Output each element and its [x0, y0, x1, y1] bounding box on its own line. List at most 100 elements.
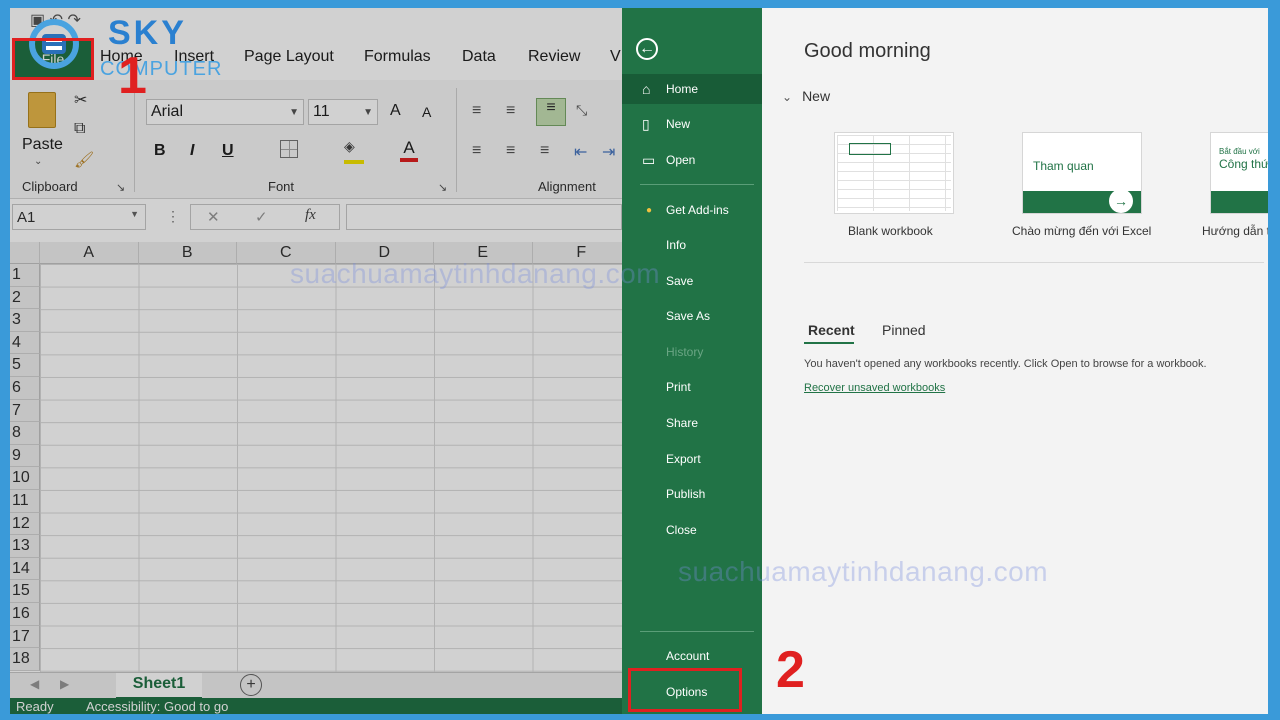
row-header[interactable]: 5: [10, 354, 40, 377]
format-painter-icon[interactable]: 🖌: [74, 150, 94, 170]
bold-button[interactable]: B: [154, 142, 166, 160]
decrease-font-button[interactable]: A: [422, 104, 431, 120]
row-header[interactable]: 10: [10, 467, 40, 490]
align-center-icon[interactable]: ≡: [506, 142, 515, 160]
row-header[interactable]: 16: [10, 603, 40, 626]
row-header[interactable]: 14: [10, 557, 40, 581]
cancel-icon[interactable]: ✕: [207, 208, 220, 226]
row-header[interactable]: 8: [10, 422, 40, 445]
status-bar: Ready Accessibility: Good to go: [10, 698, 622, 714]
nav-get-addins-label: Get Add-ins: [666, 203, 729, 217]
dialog-launcher-icon[interactable]: ↘: [438, 181, 447, 194]
nav-divider: [640, 631, 754, 632]
cell-area[interactable]: [40, 264, 622, 672]
font-size-select[interactable]: 11 ▼: [308, 99, 378, 125]
template-formula-tutorial[interactable]: Bắt đầu với Công thứ: [1210, 132, 1268, 214]
row-header[interactable]: 15: [10, 580, 40, 603]
row-header[interactable]: 11: [10, 490, 40, 513]
nav-info[interactable]: Info: [622, 230, 762, 260]
name-box-value: A1: [17, 209, 36, 226]
nav-account[interactable]: Account: [622, 641, 762, 671]
nav-export[interactable]: Export: [622, 444, 762, 474]
chevron-down-icon: ▼: [289, 106, 299, 118]
tab-data[interactable]: Data: [462, 48, 496, 66]
watermark-text: suachuamaytinhdanang.com: [678, 556, 1049, 587]
name-box[interactable]: A1 ▼: [12, 204, 146, 230]
nav-get-addins[interactable]: ● Get Add-ins: [622, 195, 762, 225]
scroll-left-icon[interactable]: ◀: [30, 677, 39, 691]
divider: [456, 88, 457, 192]
align-right-icon[interactable]: ≡: [540, 142, 549, 160]
row-header[interactable]: 4: [10, 331, 40, 355]
template-blank-workbook[interactable]: [834, 132, 954, 214]
template-label: Hướng dẫn t: [1202, 224, 1268, 238]
increase-indent-icon[interactable]: ⇥: [602, 142, 615, 162]
increase-font-button[interactable]: A: [390, 102, 401, 120]
select-all-corner[interactable]: [10, 242, 40, 264]
insert-function-icon[interactable]: fx: [305, 207, 316, 224]
row-header[interactable]: 9: [10, 444, 40, 468]
nav-share[interactable]: Share: [622, 408, 762, 438]
align-top-icon[interactable]: ≡: [472, 102, 481, 120]
nav-open-label: Open: [666, 153, 696, 167]
row-header[interactable]: 17: [10, 625, 40, 649]
enter-icon[interactable]: ✓: [255, 208, 268, 226]
nav-close[interactable]: Close: [622, 515, 762, 545]
formula-input[interactable]: [346, 204, 622, 230]
column-header[interactable]: B: [138, 242, 237, 264]
nav-open[interactable]: ▭ Open: [622, 145, 762, 175]
row-header[interactable]: 3: [10, 309, 40, 332]
row-header[interactable]: 1: [10, 264, 40, 287]
template-welcome[interactable]: Tham quan →: [1022, 132, 1142, 214]
align-left-icon[interactable]: ≡: [472, 142, 481, 160]
font-name-select[interactable]: Arial ▼: [146, 99, 304, 125]
tab-page-layout[interactable]: Page Layout: [244, 48, 334, 66]
tab-formulas[interactable]: Formulas: [364, 48, 431, 66]
row-header[interactable]: 6: [10, 377, 40, 400]
nav-divider: [640, 184, 754, 185]
tab-view[interactable]: V: [610, 48, 621, 66]
cut-icon[interactable]: ✂: [74, 90, 87, 110]
row-header[interactable]: 12: [10, 512, 40, 536]
template-thumb-text: Tham quan: [1033, 159, 1094, 173]
tab-pinned[interactable]: Pinned: [882, 322, 926, 338]
nav-publish[interactable]: Publish: [622, 479, 762, 509]
align-middle-icon[interactable]: ≡: [506, 102, 515, 120]
row-header[interactable]: 7: [10, 399, 40, 423]
status-ready: Ready: [16, 699, 54, 714]
row-header[interactable]: 18: [10, 648, 40, 671]
nav-home-label: Home: [666, 82, 699, 96]
nav-new[interactable]: ▯ New: [622, 109, 762, 139]
row-header[interactable]: 2: [10, 286, 40, 310]
fill-color-icon[interactable]: ◈: [344, 138, 364, 164]
underline-button[interactable]: U: [222, 142, 234, 160]
borders-icon[interactable]: [280, 140, 298, 158]
add-sheet-button[interactable]: +: [240, 674, 262, 696]
orientation-icon[interactable]: ⤡: [576, 102, 587, 119]
decrease-indent-icon[interactable]: ⇤: [574, 142, 587, 162]
row-header[interactable]: 13: [10, 535, 40, 558]
dialog-launcher-icon[interactable]: ↘: [116, 181, 125, 194]
nav-history: History: [666, 345, 704, 359]
tab-recent[interactable]: Recent: [808, 322, 855, 338]
backstage-content: Good morning ⌄ New Blank workbook Tham qu…: [762, 8, 1268, 714]
sheet-tab[interactable]: Sheet1: [116, 673, 202, 700]
nav-print[interactable]: Print: [622, 372, 762, 402]
copy-icon[interactable]: ⧉: [74, 120, 85, 138]
tab-review[interactable]: Review: [528, 48, 580, 66]
nav-save-as[interactable]: Save As: [622, 301, 762, 331]
font-color-button[interactable]: A: [400, 138, 418, 162]
column-header[interactable]: A: [40, 242, 139, 264]
nav-home[interactable]: ⌂ Home: [622, 74, 762, 104]
italic-button[interactable]: I: [190, 142, 194, 160]
chevron-down-icon: ▼: [363, 106, 373, 118]
step-marker-1: 1: [118, 47, 147, 105]
back-arrow-icon[interactable]: ←: [636, 38, 658, 60]
recover-unsaved-link[interactable]: Recover unsaved workbooks: [804, 382, 945, 394]
align-bottom-icon[interactable]: ≡: [536, 98, 566, 126]
spreadsheet-grid: ABCDEF 1 2 3 4 5 6 7 8 9 10 11 12 13 14 15 16 17 18: [10, 242, 631, 672]
paste-button[interactable]: Paste ⌄: [20, 88, 64, 168]
new-section-toggle[interactable]: ⌄ New: [782, 88, 830, 104]
scroll-right-icon[interactable]: ▶: [60, 677, 69, 691]
accessibility-status[interactable]: Accessibility: Good to go: [86, 699, 228, 714]
